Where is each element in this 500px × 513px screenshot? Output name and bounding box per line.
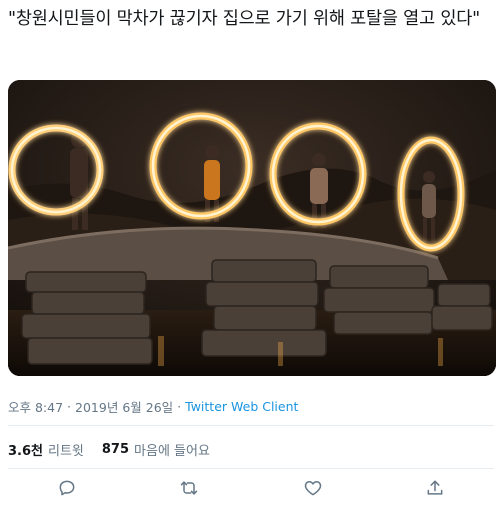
tweet-photo[interactable] [8,80,496,376]
fire-portal-photo [8,80,496,376]
tweet-time[interactable]: 오후 8:47 [8,397,63,416]
heart-icon [303,478,323,502]
tweet-source-link[interactable]: Twitter Web Client [185,399,298,414]
likes-stat[interactable]: 875 마음에 들어요 [102,440,210,459]
likes-count: 875 [101,442,130,457]
retweets-stat[interactable]: 3.6천 리트윗 [8,440,84,459]
divider [8,425,494,426]
tweet-text: "창원시민들이 막차가 끊기자 집으로 가기 위해 포탈을 열고 있다" [8,9,480,29]
tweet-actions [0,476,500,504]
retweets-label: 리트윗 [48,444,84,459]
meta-separator: · [177,399,182,414]
meta-separator: · [67,399,72,414]
tweet-date[interactable]: 2019년 6월 26일 [75,397,173,416]
likes-label: 마음에 들어요 [134,444,210,459]
share-button[interactable] [421,476,449,504]
retweet-button[interactable] [175,476,203,504]
reply-button[interactable] [53,476,81,504]
divider [8,468,494,469]
tweet-meta: 오후 8:47 · 2019년 6월 26일 · Twitter Web Cli… [8,397,298,416]
retweet-icon [179,478,199,502]
reply-icon [57,478,77,502]
retweets-count: 3.6천 [8,444,43,459]
share-icon [425,478,445,502]
tweet-stats: 3.6천 리트윗 875 마음에 들어요 [8,440,228,459]
like-button[interactable] [299,476,327,504]
